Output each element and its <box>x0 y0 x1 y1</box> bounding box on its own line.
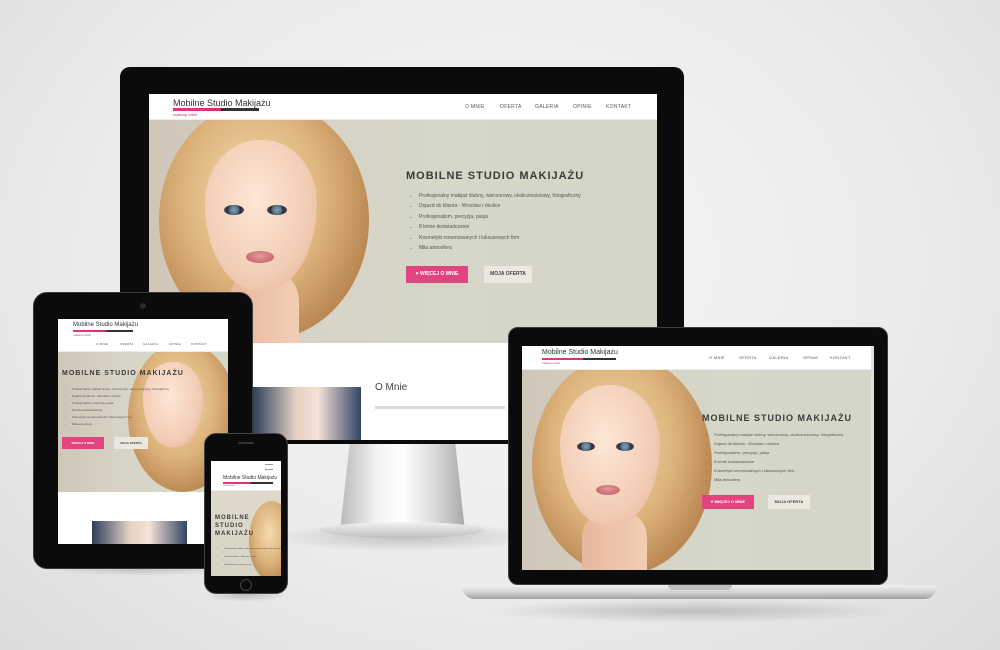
laptop-feature-item: Dojazd do klienta - Wrocław i okolice <box>704 441 779 446</box>
hero-model-eye-left <box>224 205 244 215</box>
phone-home-button[interactable] <box>240 579 252 591</box>
tablet-nav-oferta[interactable]: OFERTA <box>120 342 134 346</box>
laptop-feature-item: Profesjonalizm, precyzja, pasja <box>704 450 769 455</box>
laptop-feature-item: Profesjonalny makijaż ślubny, wieczorowy… <box>704 432 843 437</box>
tablet-feature-item: Profesjonalny makijaż ślubny, wieczorowy… <box>63 387 169 391</box>
monitor-stand-base <box>320 522 485 538</box>
nav-item-kontakt[interactable]: KONTAKT <box>606 104 631 110</box>
phone-hero-title-line-3: MAKIJAŻU <box>215 531 254 537</box>
heart-icon: ♥ <box>415 271 419 277</box>
tablet-feature-item: Profesjonalizm, precyzja, pasja <box>63 401 113 405</box>
tablet-feature-item: Miła atmosfera <box>63 422 92 426</box>
tablet-nav-kontakt[interactable]: KONTAKT <box>191 342 207 346</box>
site-logo[interactable]: Mobilne Studio Makijażu <box>173 98 271 108</box>
phone-speaker <box>238 442 254 444</box>
laptop-logo-underline <box>542 358 616 360</box>
tablet-hero-title: MOBILNE STUDIO MAKIJAŻU <box>62 370 184 377</box>
about-heading: O Mnie <box>375 382 408 393</box>
phone-site-header: Mobilne Studio Makijażu makeup artist <box>211 461 281 491</box>
laptop-model-eye-left <box>577 442 595 451</box>
laptop-model-lips <box>596 485 620 495</box>
feature-item: Profesjonalny makijaż ślubny, wieczorowy… <box>408 193 581 199</box>
laptop-scrollbar[interactable] <box>871 346 874 570</box>
phone-hero-section: MOBILNE STUDIO MAKIJAŻU Profesjonalny ma… <box>211 491 281 576</box>
logo-underline <box>173 108 259 111</box>
phone-model-hair <box>249 501 281 576</box>
laptop-nav-o-mnie[interactable]: O MNIE <box>709 355 725 360</box>
laptop-feature-item: 8 letnie doświadczenie <box>704 459 754 464</box>
feature-item: Dojazd do klienta - Wrocław i okolice <box>408 203 500 209</box>
laptop-feature-item: Miła atmosfera <box>704 477 740 482</box>
laptop-nav-galeria[interactable]: GALERIA <box>769 355 788 360</box>
monitor-stand-neck <box>340 441 465 531</box>
phone-screen: Mobilne Studio Makijażu makeup artist MO… <box>211 461 281 576</box>
hero-model-eye-right <box>267 205 287 215</box>
tablet-more-about-me-button[interactable]: WIĘCEJ O MNIE <box>62 437 104 449</box>
more-about-me-button[interactable]: ♥ WIĘCEJ O MNIE <box>406 266 468 283</box>
tablet-screen: Mobilne Studio Makijażu makeup artist O … <box>58 319 228 544</box>
laptop-nav-oferta[interactable]: OFERTA <box>739 355 757 360</box>
tablet-feature-item: 8 letnie doświadczenie <box>63 408 102 412</box>
phone-logo-underline <box>223 482 273 484</box>
tablet-my-offer-button[interactable]: MOJA OFERTA <box>114 437 148 449</box>
laptop-notch <box>668 585 732 590</box>
feature-item: Miła atmosfera <box>408 245 452 251</box>
tablet-logo-subtitle: makeup artist <box>73 333 92 337</box>
phone-feature-item: Profesjonalizm, precyzja, pasja <box>216 564 252 566</box>
nav-item-galeria[interactable]: GALERIA <box>535 104 559 110</box>
laptop-screen: Mobilne Studio Makijażu makeup artist O … <box>522 346 874 570</box>
hero-model-lips <box>246 251 274 263</box>
laptop-site-logo[interactable]: Mobilne Studio Makijażu <box>542 349 618 356</box>
tablet-hero-section: MOBILNE STUDIO MAKIJAŻU Profesjonalny ma… <box>58 352 228 492</box>
phone-feature-item: Profesjonalny makijaż ślubny, wieczorowy… <box>216 548 281 550</box>
feature-item: 8 letnie doświadczenie <box>408 224 469 230</box>
nav-item-opinie[interactable]: OPINIE <box>573 104 592 110</box>
nav-item-o-mnie[interactable]: O MNIE <box>465 104 485 110</box>
phone-site-logo[interactable]: Mobilne Studio Makijażu <box>223 475 277 481</box>
phone-hero-title-line-2: STUDIO <box>215 523 244 529</box>
laptop-shadow <box>482 599 902 623</box>
phone-feature-item: Dojazd do klienta - Wrocław i okolice <box>216 556 257 558</box>
phone-logo-subtitle: makeup artist <box>223 485 236 487</box>
menu-icon[interactable] <box>265 464 273 470</box>
laptop-hero-section: MOBILNE STUDIO MAKIJAŻU Profesjonalny ma… <box>522 370 874 570</box>
tablet-camera <box>140 303 146 309</box>
tablet-site-logo[interactable]: Mobilne Studio Makijażu <box>73 322 138 328</box>
tablet-nav-o-mnie[interactable]: O MNIE <box>96 342 108 346</box>
logo-subtitle: makeup artist <box>173 112 198 117</box>
laptop: Mobilne Studio Makijażu makeup artist O … <box>462 327 937 627</box>
tablet-about-thumbnail <box>92 521 187 544</box>
feature-item: Kosmetyki renomowanych i luksusowych fir… <box>408 235 519 241</box>
tablet-feature-item: Kosmetyki renomowanych i luksusowych fir… <box>63 415 132 419</box>
my-offer-button[interactable]: MOJA OFERTA <box>484 266 532 283</box>
site-header: Mobilne Studio Makijażu makeup artist O … <box>149 94 657 120</box>
smartphone: Mobilne Studio Makijażu makeup artist MO… <box>204 433 288 602</box>
tablet-site-header: Mobilne Studio Makijażu makeup artist O … <box>58 319 228 352</box>
nav-item-oferta[interactable]: OFERTA <box>500 104 522 110</box>
tablet-feature-item: Dojazd do klienta - Wrocław i okolice <box>63 394 121 398</box>
laptop-more-about-me-button[interactable]: ♥ WIĘCEJ O MNIE <box>702 495 754 509</box>
laptop-nav-kontakt[interactable]: KONTAKT <box>830 355 851 360</box>
tablet-logo-underline <box>73 330 133 332</box>
laptop-nav-opinie[interactable]: OPINIE <box>803 355 818 360</box>
laptop-site-header: Mobilne Studio Makijażu makeup artist O … <box>522 346 874 370</box>
laptop-heart-icon: ♥ <box>710 499 714 504</box>
laptop-hero-title: MOBILNE STUDIO MAKIJAŻU <box>702 413 852 423</box>
laptop-logo-subtitle: makeup artist <box>542 361 561 365</box>
hero-title: MOBILNE STUDIO MAKIJAŻU <box>406 170 585 182</box>
tablet-nav-galeria[interactable]: GALERIA <box>143 342 158 346</box>
laptop-my-offer-button[interactable]: MOJA OFERTA <box>768 495 810 509</box>
laptop-more-about-me-label: WIĘCEJ O MNIE <box>714 499 746 504</box>
tablet-nav-opinie[interactable]: OPINIE <box>169 342 181 346</box>
feature-item: Profesjonalizm, precyzja, pasja <box>408 214 488 220</box>
phone-hero-title-line-1: MOBILNE <box>215 515 250 521</box>
laptop-model-eye-right <box>616 442 634 451</box>
laptop-feature-item: Kosmetyki renomowanych i luksusowych fir… <box>704 468 794 473</box>
more-about-me-label: WIĘCEJ O MNIE <box>420 271 459 277</box>
